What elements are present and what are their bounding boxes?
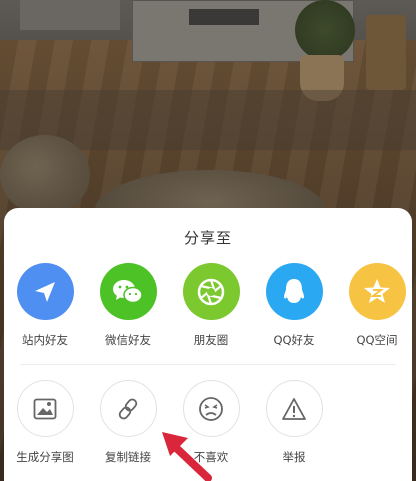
share-label: 站内好友 — [22, 333, 68, 347]
share-targets-row: 站内好友 微信好友 朋友圈 QQ好友 QQ空间 — [4, 263, 412, 353]
share-moments[interactable]: 朋友圈 — [170, 263, 252, 348]
door — [20, 0, 120, 30]
report-button[interactable]: 举报 — [253, 380, 335, 465]
red-arrow-annotation — [162, 432, 212, 481]
divider — [20, 364, 396, 365]
share-label: 朋友圈 — [193, 333, 229, 347]
moments-icon — [182, 263, 240, 320]
share-label: QQ好友 — [273, 333, 315, 347]
share-label: 微信好友 — [105, 333, 151, 347]
action-label: 举报 — [282, 450, 306, 464]
wechat-icon — [99, 263, 157, 320]
qzone-icon — [348, 263, 406, 320]
warning-icon — [265, 380, 323, 437]
image-icon — [16, 380, 74, 437]
plant — [295, 0, 355, 60]
share-label: QQ空间 — [356, 333, 398, 347]
share-wechat-friend[interactable]: 微信好友 — [87, 263, 169, 348]
sheet-title: 分享至 — [183, 229, 232, 247]
send-icon — [16, 263, 74, 320]
share-qzone[interactable]: QQ空间 — [336, 263, 416, 348]
share-qq-friend[interactable]: QQ好友 — [253, 263, 335, 348]
pouf-left — [0, 135, 90, 215]
action-label: 生成分享图 — [16, 450, 74, 464]
generate-share-image-button[interactable]: 生成分享图 — [4, 380, 86, 465]
stool — [366, 15, 406, 90]
share-station-friend[interactable]: 站内好友 — [4, 263, 86, 348]
qq-icon — [265, 263, 323, 320]
